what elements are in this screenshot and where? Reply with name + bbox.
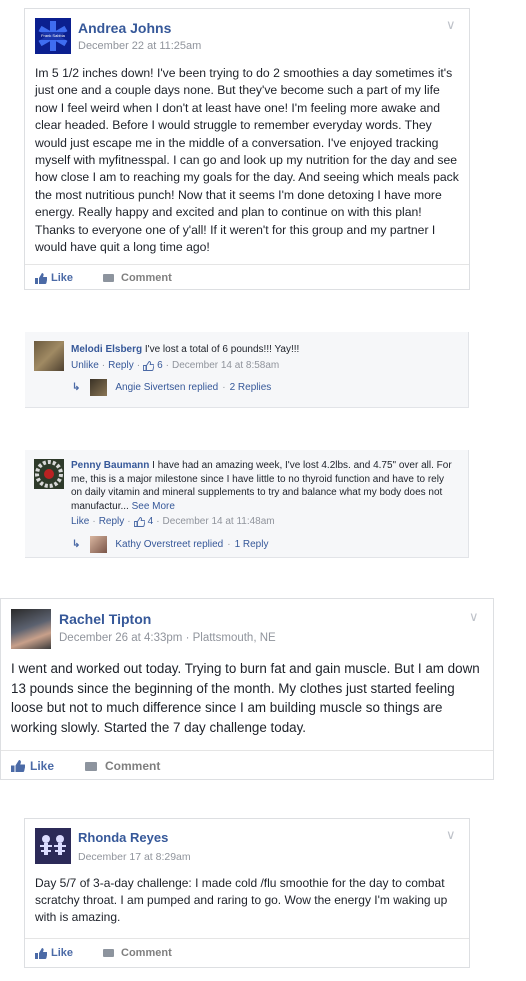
comment-button[interactable]: Comment [103, 947, 172, 959]
replier-avatar [90, 536, 108, 553]
comment-button[interactable]: Comment [85, 759, 160, 773]
thumbs-up-icon [143, 360, 155, 371]
author-name[interactable]: Andrea Johns [78, 20, 171, 36]
thumbs-up-icon [35, 947, 47, 959]
avatar-caption: Frank Sabbia [41, 33, 65, 38]
separator: · [165, 360, 169, 371]
comment-text: I've lost a total of 6 pounds!!! Yay!!! [144, 344, 300, 355]
like-label: Like [51, 272, 74, 284]
thumbs-up-icon [11, 760, 25, 772]
like-button[interactable]: Like [11, 759, 54, 773]
like-button[interactable]: Like [35, 947, 73, 959]
post-actions: Like Comment [1, 750, 493, 781]
post-card-andrea: Frank Sabbia Andrea Johns December 22 at… [24, 8, 470, 290]
separator: · [136, 360, 141, 371]
post-body: I went and worked out today. Trying to b… [11, 661, 480, 735]
comment-label: Comment [121, 947, 172, 959]
chevron-down-icon[interactable]: ∨ [446, 17, 456, 33]
replies-row[interactable]: ↳ Angie Sivertsen replied · 2 Replies [72, 379, 271, 396]
unlike-link[interactable]: Unlike [71, 360, 99, 371]
reply-arrow-icon: ↳ [72, 382, 81, 393]
thumbs-up-icon [35, 272, 47, 284]
post-body: Im 5 1/2 inches down! I've been trying t… [35, 66, 459, 255]
post-date[interactable]: December 17 at 8:29am [78, 851, 191, 863]
post-date[interactable]: December 26 at 4:33pm [59, 632, 182, 644]
comment-date[interactable]: December 14 at 11:48am [163, 516, 275, 527]
separator: · [156, 516, 160, 527]
comment-label: Comment [121, 272, 172, 284]
comment-body: Penny Baumann I have had an amazing week… [71, 459, 453, 513]
like-button[interactable]: Like [35, 272, 73, 284]
skeleton-figures-icon [35, 828, 71, 864]
like-label: Like [30, 759, 55, 773]
author-name[interactable]: Rhonda Reyes [78, 830, 168, 845]
post-date[interactable]: December 22 at 11:25am [78, 40, 201, 52]
comment-meta: Like · Reply · 4 · December 14 at 11:48a… [71, 516, 275, 527]
replies-link[interactable]: 2 Replies [230, 382, 272, 393]
post-body: Day 5/7 of 3-a-day challenge: I made col… [35, 876, 448, 924]
comment-card-melodi: Melodi Elsberg I've lost a total of 6 po… [25, 332, 469, 408]
avatar[interactable] [35, 828, 71, 864]
separator: · [92, 516, 96, 527]
like-link[interactable]: Like [71, 516, 89, 527]
separator: · [127, 516, 131, 527]
avatar[interactable]: Frank Sabbia [35, 18, 71, 54]
comment-icon [103, 274, 115, 282]
comment-button[interactable]: Comment [103, 272, 172, 284]
comment-icon [103, 949, 115, 957]
snowflake-wreath-icon [35, 460, 63, 488]
post-actions: Like Comment [25, 264, 469, 291]
reply-link[interactable]: Reply [99, 516, 125, 527]
post-card-rhonda: Rhonda Reyes December 17 at 8:29am ∨ Day… [24, 818, 470, 968]
avatar[interactable] [34, 459, 64, 489]
like-count[interactable]: 4 [148, 516, 154, 527]
separator: · [222, 382, 226, 393]
post-meta: December 26 at 4:33pm · Plattsmouth, NE [59, 632, 276, 644]
avatar[interactable] [11, 609, 51, 649]
see-more-link[interactable]: See More [132, 501, 175, 512]
comment-author[interactable]: Melodi Elsberg [71, 344, 142, 355]
like-label: Like [51, 947, 74, 959]
thumbs-up-icon [133, 516, 145, 527]
replier-name[interactable]: Angie Sivertsen replied [115, 382, 218, 393]
replier-name[interactable]: Kathy Overstreet replied [115, 539, 223, 550]
comment-card-penny: Penny Baumann I have had an amazing week… [25, 450, 469, 558]
separator: · [101, 360, 106, 371]
reply-link[interactable]: Reply [108, 360, 134, 371]
chevron-down-icon[interactable]: ∨ [446, 827, 456, 843]
post-location[interactable]: Plattsmouth, NE [193, 632, 276, 644]
like-count[interactable]: 6 [157, 360, 163, 371]
replies-row[interactable]: ↳ Kathy Overstreet replied · 1 Reply [72, 536, 268, 553]
chevron-down-icon[interactable]: ∨ [469, 609, 479, 625]
post-card-rachel: Rachel Tipton December 26 at 4:33pm · Pl… [0, 598, 494, 780]
comment-meta: Unlike · Reply · 6 · December 14 at 8:58… [71, 360, 279, 371]
comment-line: Melodi Elsberg I've lost a total of 6 po… [71, 344, 299, 355]
separator: · [227, 539, 231, 550]
comment-date[interactable]: December 14 at 8:58am [172, 360, 279, 371]
avatar[interactable] [34, 341, 64, 371]
author-name[interactable]: Rachel Tipton [59, 611, 151, 627]
replies-link[interactable]: 1 Reply [235, 539, 269, 550]
replier-avatar [90, 379, 108, 396]
comment-label: Comment [105, 759, 161, 773]
comment-author[interactable]: Penny Baumann [71, 460, 149, 471]
comment-icon [85, 761, 98, 771]
reply-arrow-icon: ↳ [72, 539, 81, 550]
post-actions: Like Comment [25, 938, 469, 967]
